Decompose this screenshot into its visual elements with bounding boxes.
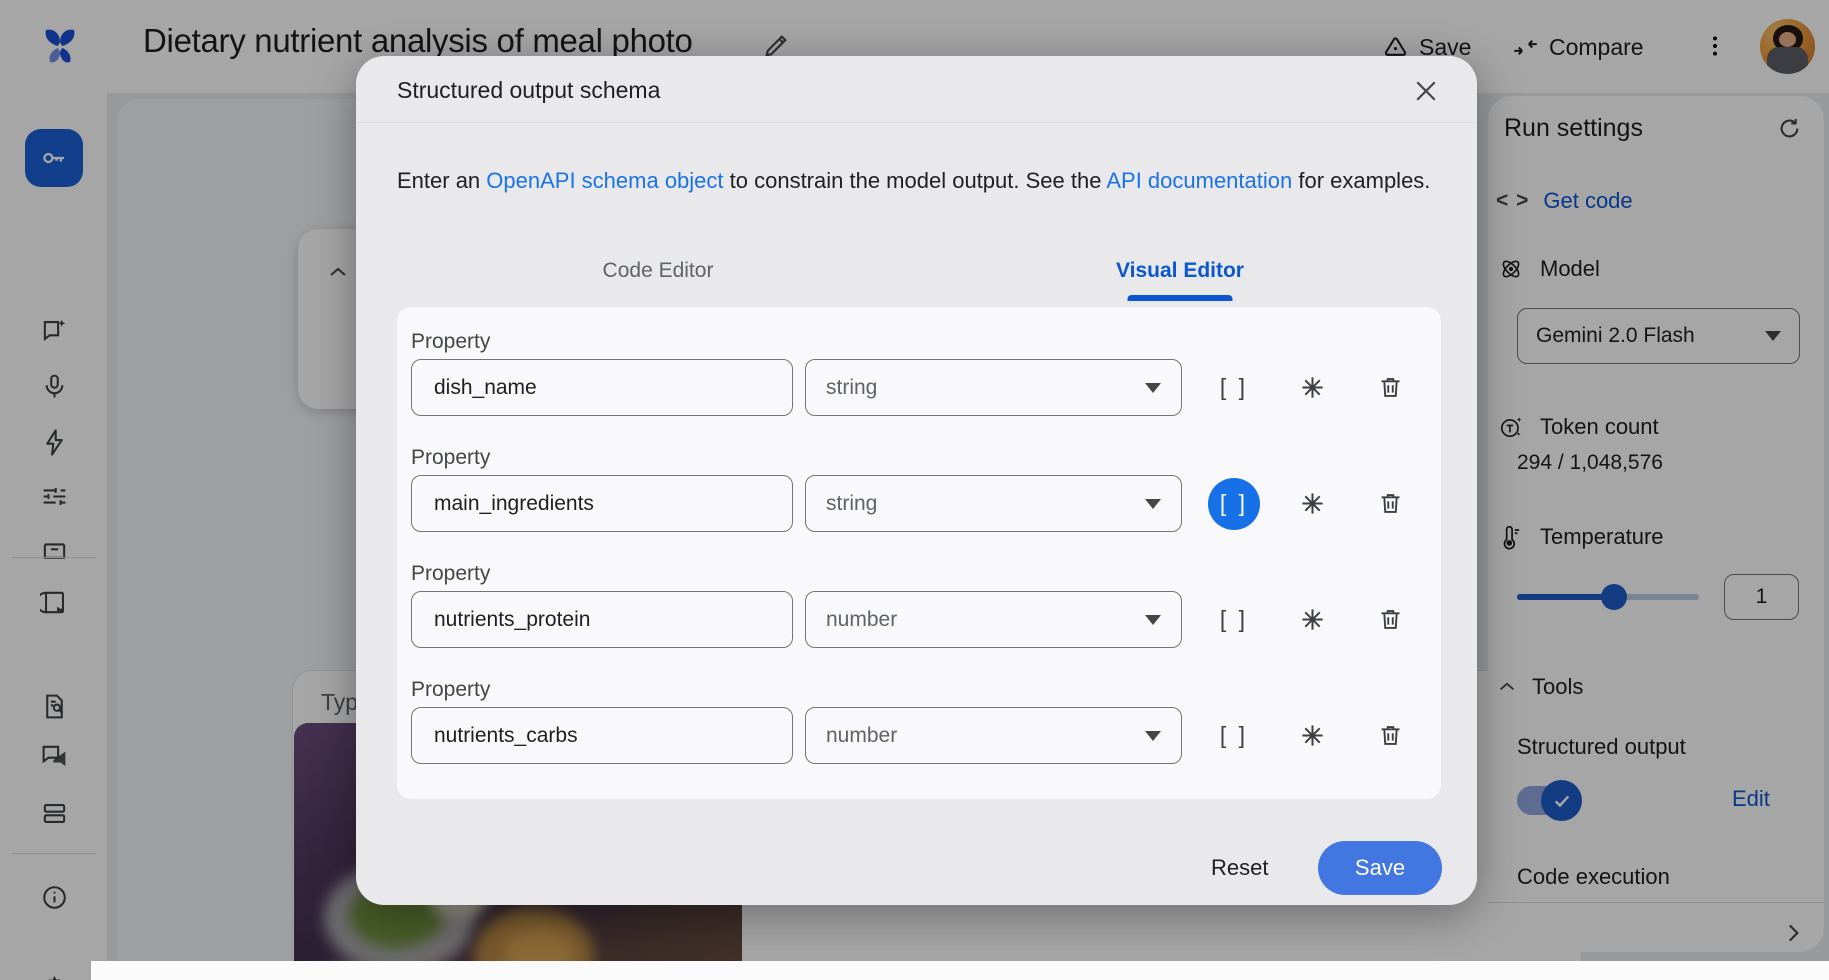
dialog-header: Structured output schema xyxy=(356,56,1477,123)
property-label: Property xyxy=(411,325,1441,359)
tab-code-editor[interactable]: Code Editor xyxy=(397,246,919,296)
desc-text: for examples. xyxy=(1292,168,1430,193)
required-asterisk-icon xyxy=(1299,490,1326,517)
structured-output-schema-dialog: Structured output schema Enter an OpenAP… xyxy=(356,56,1477,905)
property-type-select[interactable]: number xyxy=(805,591,1182,648)
required-toggle-button[interactable] xyxy=(1286,594,1338,646)
required-asterisk-icon xyxy=(1299,374,1326,401)
property-label: Property xyxy=(411,557,1441,591)
delete-trash-icon xyxy=(1377,606,1404,633)
property-label: Property xyxy=(411,441,1441,475)
property-label: Property xyxy=(411,673,1441,707)
property-type-select[interactable]: number xyxy=(805,707,1182,764)
array-toggle-button[interactable]: [ ] xyxy=(1208,478,1260,530)
desc-text: to constrain the model output. See the xyxy=(724,168,1107,193)
chevron-down-icon xyxy=(1145,383,1161,393)
property-name-input[interactable] xyxy=(411,359,793,416)
array-brackets-icon: [ ] xyxy=(1220,374,1248,401)
property-type-value: string xyxy=(826,492,877,516)
dialog-save-label: Save xyxy=(1355,855,1405,881)
dialog-save-button[interactable]: Save xyxy=(1318,841,1442,895)
required-asterisk-icon xyxy=(1299,606,1326,633)
close-icon[interactable] xyxy=(1411,76,1441,106)
api-documentation-link[interactable]: API documentation xyxy=(1106,168,1292,193)
tab-visual-editor[interactable]: Visual Editor xyxy=(919,246,1441,296)
bottom-strip xyxy=(91,961,1829,980)
property-type-value: number xyxy=(826,608,897,632)
array-brackets-icon: [ ] xyxy=(1220,490,1248,517)
reset-button[interactable]: Reset xyxy=(1211,855,1268,881)
desc-text: Enter an xyxy=(397,168,486,193)
array-toggle-button[interactable]: [ ] xyxy=(1208,594,1260,646)
chevron-down-icon xyxy=(1145,731,1161,741)
chevron-down-icon xyxy=(1145,499,1161,509)
dialog-title: Structured output schema xyxy=(397,77,660,104)
schema-property-row: number [ ] xyxy=(411,591,1441,648)
array-toggle-button[interactable]: [ ] xyxy=(1208,362,1260,414)
array-toggle-button[interactable]: [ ] xyxy=(1208,710,1260,762)
schema-property-row: number [ ] xyxy=(411,707,1441,764)
app-root: Dietary nutrient analysis of meal photo … xyxy=(0,0,1829,980)
dialog-footer: Reset Save xyxy=(356,841,1477,905)
property-type-select[interactable]: string xyxy=(805,359,1182,416)
schema-property-row: string [ ] xyxy=(411,475,1441,532)
array-brackets-icon: [ ] xyxy=(1220,606,1248,633)
delete-property-button[interactable] xyxy=(1364,478,1416,530)
required-toggle-button[interactable] xyxy=(1286,478,1338,530)
property-type-select[interactable]: string xyxy=(805,475,1182,532)
delete-trash-icon xyxy=(1377,374,1404,401)
property-name-input[interactable] xyxy=(411,591,793,648)
array-brackets-icon: [ ] xyxy=(1220,722,1248,749)
editor-tabbar: Code Editor Visual Editor xyxy=(397,246,1441,296)
property-type-value: string xyxy=(826,376,877,400)
delete-trash-icon xyxy=(1377,490,1404,517)
property-name-input[interactable] xyxy=(411,475,793,532)
delete-trash-icon xyxy=(1377,722,1404,749)
property-name-input[interactable] xyxy=(411,707,793,764)
chevron-down-icon xyxy=(1145,615,1161,625)
required-toggle-button[interactable] xyxy=(1286,710,1338,762)
delete-property-button[interactable] xyxy=(1364,362,1416,414)
openapi-schema-link[interactable]: OpenAPI schema object xyxy=(486,168,723,193)
delete-property-button[interactable] xyxy=(1364,710,1416,762)
schema-property-row: string [ ] xyxy=(411,359,1441,416)
required-toggle-button[interactable] xyxy=(1286,362,1338,414)
dialog-description: Enter an OpenAPI schema object to constr… xyxy=(397,168,1430,194)
required-asterisk-icon xyxy=(1299,722,1326,749)
property-type-value: number xyxy=(826,724,897,748)
delete-property-button[interactable] xyxy=(1364,594,1416,646)
schema-rows: Property string [ ] Property string [ ] xyxy=(397,307,1441,799)
